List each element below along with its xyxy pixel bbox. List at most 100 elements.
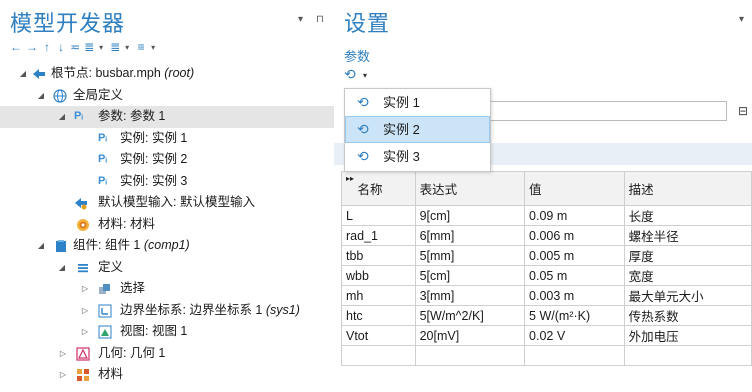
search-input[interactable]	[474, 101, 727, 121]
cell-description[interactable]: 传热系数	[623, 305, 752, 326]
tree-node-label: 几何: 几何 1	[98, 345, 166, 360]
sort-icon[interactable]: ▸▸	[346, 174, 354, 183]
tree-node-root[interactable]: ◢ 根节点: busbar.mph (root)	[0, 63, 334, 85]
tree-node-selections[interactable]: ▷ 选择	[0, 278, 334, 300]
tree-node-component[interactable]: ◢ 组件: 组件 1 (comp1)	[0, 235, 334, 257]
tree-node-global-definitions[interactable]: ◢ 全局定义	[0, 85, 334, 107]
collapsed-arrow-icon[interactable]: ▷	[80, 278, 90, 300]
cell-name[interactable]: tbb	[341, 245, 416, 266]
collapse-dropdown-icon[interactable]: ▾	[96, 43, 106, 52]
table-row[interactable]: htc 5[W/m^2/K] 5 W/(m²·K) 传热系数	[341, 305, 752, 326]
column-header-expression[interactable]: 表达式	[414, 171, 526, 206]
table-row[interactable]: mh 3[mm] 0.003 m 最大单元大小	[341, 285, 752, 306]
cell-description[interactable]: 长度	[623, 205, 752, 226]
collapse-all-icon[interactable]: ≣	[84, 40, 94, 54]
cell-expression[interactable]: 5[W/m^2/K]	[414, 305, 526, 326]
tree-node-case-3[interactable]: Pᵢ 实例: 实例 3	[0, 171, 334, 193]
tree-node-case-2[interactable]: Pᵢ 实例: 实例 2	[0, 149, 334, 171]
cell-description[interactable]: 最大单元大小	[623, 285, 752, 306]
cell-value[interactable]: 0.006 m	[524, 225, 625, 246]
cell-name[interactable]: Vtot	[341, 325, 416, 346]
cell-description[interactable]: 螺栓半径	[623, 225, 752, 246]
collapsed-arrow-icon[interactable]: ▷	[58, 343, 68, 365]
cell-description[interactable]: 宽度	[623, 265, 752, 286]
tree-node-label: 定义	[98, 259, 124, 274]
component-icon	[56, 240, 66, 252]
cell-name[interactable]: htc	[341, 305, 416, 326]
table-row[interactable]: Vtot 20[mV] 0.02 V 外加电压	[341, 325, 752, 346]
instance-dropdown-arrow-icon[interactable]: ▾	[363, 71, 367, 80]
menu-item-case-2[interactable]: ⟲ 实例 2	[345, 116, 490, 143]
cell-name[interactable]	[341, 345, 416, 366]
cell-name[interactable]: rad_1	[341, 225, 416, 246]
menu-item-case-1[interactable]: ⟲ 实例 1	[345, 89, 490, 116]
instance-icon: ⟲	[357, 94, 369, 110]
cell-name[interactable]: wbb	[341, 265, 416, 286]
cell-expression[interactable]	[414, 345, 526, 366]
column-header-description[interactable]: 描述	[623, 171, 752, 206]
expand-arrow-icon[interactable]: ◢	[18, 63, 28, 85]
cell-value[interactable]: 0.005 m	[524, 245, 625, 266]
cell-expression[interactable]: 3[mm]	[414, 285, 526, 306]
back-arrow-icon[interactable]: ←	[10, 40, 22, 54]
move-down-icon[interactable]: ↓	[56, 40, 66, 54]
cell-description[interactable]: 厚度	[623, 245, 752, 266]
instance-icon[interactable]: ⟲	[344, 66, 356, 83]
cell-expression[interactable]: 5[mm]	[414, 245, 526, 266]
expand-arrow-icon[interactable]: ◢	[57, 106, 67, 128]
cell-value[interactable]: 0.05 m	[524, 265, 625, 286]
move-up-icon[interactable]: ↑	[42, 40, 52, 54]
pin-icon[interactable]: ⊓	[316, 14, 324, 25]
list-view-icon[interactable]: ≡	[136, 40, 146, 54]
cell-expression[interactable]: 9[cm]	[414, 205, 526, 226]
instance-icon: ⟲	[357, 121, 369, 137]
cell-value[interactable]: 0.02 V	[524, 325, 625, 346]
expand-all-icon[interactable]: ≣	[110, 40, 120, 54]
expand-arrow-icon[interactable]: ◢	[36, 85, 46, 107]
expand-arrow-icon[interactable]: ◢	[57, 257, 67, 279]
tree-node-label: 材料	[98, 367, 124, 381]
tree-node-geometry[interactable]: ▷ 几何: 几何 1	[0, 343, 334, 365]
panel-menu-icon[interactable]: ▾	[739, 14, 744, 25]
panel-menu-icon[interactable]: ▾	[298, 14, 303, 25]
cell-value[interactable]: 0.003 m	[524, 285, 625, 306]
table-row[interactable]	[341, 345, 752, 366]
tree-node-boundary-system[interactable]: ▷ 边界坐标系: 边界坐标系 1 (sys1)	[0, 300, 334, 322]
menu-item-case-3[interactable]: ⟲ 实例 3	[345, 143, 490, 170]
table-row[interactable]: L 9[cm] 0.09 m 长度	[341, 205, 752, 226]
tree-node-parameters[interactable]: ◢ Pᵢ 参数: 参数 1	[0, 106, 334, 128]
tree-node-definitions[interactable]: ◢ 定义	[0, 257, 334, 279]
cell-value[interactable]: 5 W/(m²·K)	[524, 305, 625, 326]
tree-node-default-model-inputs[interactable]: 默认模型输入: 默认模型输入	[0, 192, 334, 214]
tree-node-view[interactable]: ▷ 视图: 视图 1	[0, 321, 334, 343]
tree-node-materials[interactable]: ▷ 材料	[0, 364, 334, 386]
tree-node-tag: (sys1)	[265, 302, 300, 317]
column-header-value[interactable]: 值	[524, 171, 625, 206]
collapsed-arrow-icon[interactable]: ▷	[80, 321, 90, 343]
cell-description[interactable]: 外加电压	[623, 325, 752, 346]
table-row[interactable]: tbb 5[mm] 0.005 m 厚度	[341, 245, 752, 266]
table-row[interactable]: wbb 5[cm] 0.05 m 宽度	[341, 265, 752, 286]
tree-node-materials-global[interactable]: 材料: 材料	[0, 214, 334, 236]
table-row[interactable]: rad_1 6[mm] 0.006 m 螺栓半径	[341, 225, 752, 246]
cell-expression[interactable]: 5[cm]	[414, 265, 526, 286]
show-icon[interactable]: ≂	[70, 40, 80, 54]
collapsed-arrow-icon[interactable]: ▷	[80, 300, 90, 322]
cell-expression[interactable]: 6[mm]	[414, 225, 526, 246]
menu-item-label: 实例 1	[383, 95, 420, 110]
cell-expression[interactable]: 20[mV]	[414, 325, 526, 346]
collapsed-arrow-icon[interactable]: ▷	[58, 364, 68, 386]
tree-node-case-1[interactable]: Pᵢ 实例: 实例 1	[0, 128, 334, 150]
list-dropdown-icon[interactable]: ▾	[148, 43, 158, 52]
forward-arrow-icon[interactable]: →	[26, 40, 38, 54]
cell-value[interactable]	[524, 345, 625, 366]
cell-name[interactable]: mh	[341, 285, 416, 306]
column-header-name[interactable]: ▸▸ 名称	[341, 171, 416, 206]
cell-name[interactable]: L	[341, 205, 416, 226]
search-options-icon[interactable]: ⊟	[734, 101, 752, 121]
cell-description[interactable]	[623, 345, 752, 366]
tree-node-label: 选择	[120, 281, 146, 295]
cell-value[interactable]: 0.09 m	[524, 205, 625, 226]
expand-arrow-icon[interactable]: ◢	[36, 235, 46, 257]
expand-dropdown-icon[interactable]: ▾	[122, 43, 132, 52]
